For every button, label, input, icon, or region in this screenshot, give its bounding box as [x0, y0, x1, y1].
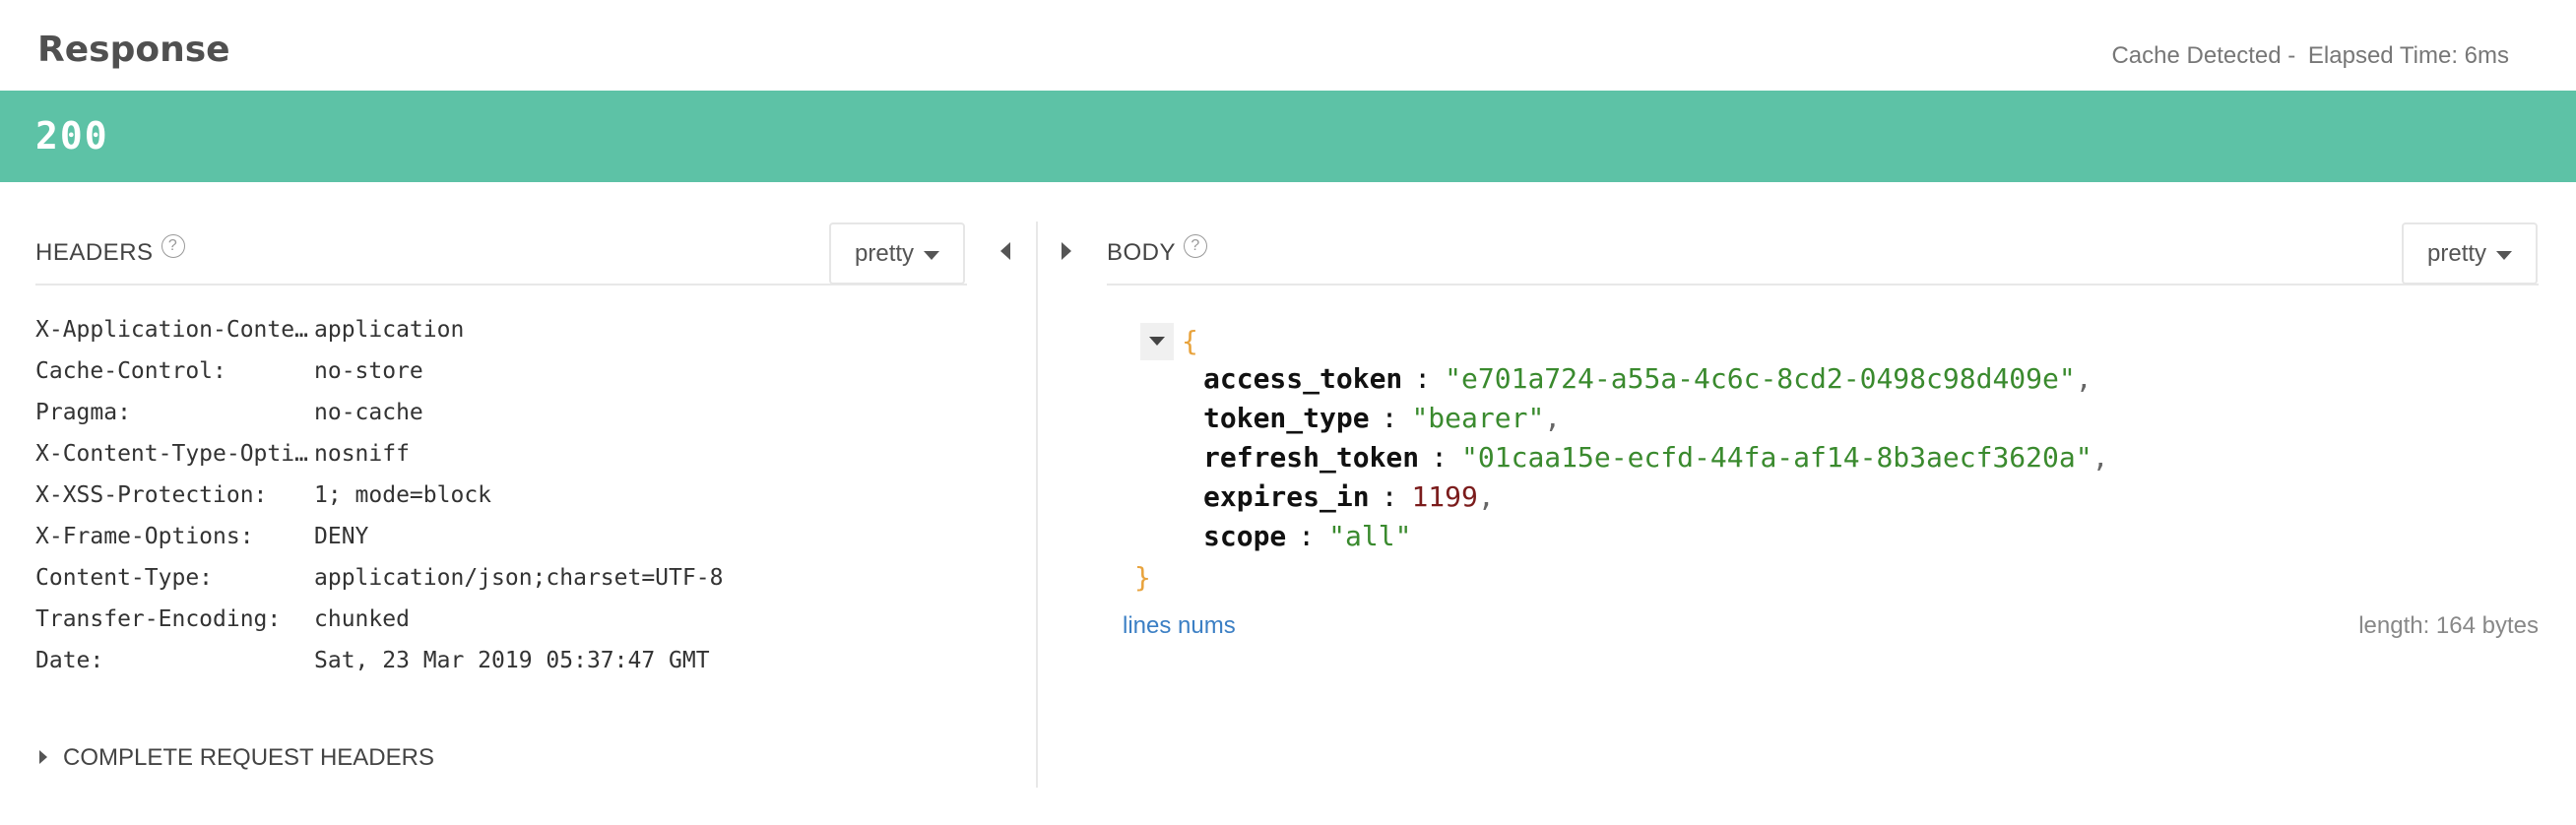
header-name: X-Frame-Options: [35, 524, 254, 549]
chevron-down-icon [1149, 337, 1165, 346]
json-value: 1199 [1411, 480, 1478, 513]
header-row: X-Application-Context: application [35, 317, 723, 358]
json-key: token_type [1203, 402, 1370, 434]
header-value: Sat, 23 Mar 2019 05:37:47 GMT [314, 648, 710, 673]
json-value: "e701a724-a55a-4c6c-8cd2-0498c98d409e" [1445, 362, 2076, 395]
header-value: nosniff [314, 441, 410, 467]
help-icon[interactable]: ? [161, 234, 185, 258]
body-format-dropdown[interactable]: pretty [2402, 222, 2538, 285]
json-field: token_type: "bearer", [1203, 402, 1562, 434]
lines-nums-link[interactable]: lines nums [1123, 612, 1236, 640]
body-title: BODY [1107, 239, 1177, 266]
header-value: chunked [314, 606, 410, 632]
header-row: Transfer-Encoding: chunked [35, 606, 723, 648]
header-value: application/json;charset=UTF-8 [314, 565, 724, 591]
complete-request-headers-toggle[interactable]: COMPLETE REQUEST HEADERS [39, 744, 434, 772]
json-key: access_token [1203, 362, 1403, 395]
headers-title: HEADERS [35, 239, 154, 266]
header-name: Content-Type: [35, 565, 214, 591]
header-value: 1; mode=block [314, 482, 492, 508]
header-value: no-store [314, 358, 423, 384]
body-section-title: BODY? [1107, 234, 1208, 268]
chevron-right-icon [39, 750, 47, 764]
headers-format-label: pretty [855, 240, 915, 267]
response-header: Response Cache Detected - Elapsed Time: … [0, 0, 2576, 91]
header-value: application [314, 317, 465, 343]
collapse-left-icon[interactable] [1000, 242, 1010, 260]
headers-format-dropdown[interactable]: pretty [829, 222, 965, 285]
header-value: DENY [314, 524, 369, 549]
body-divider [1107, 284, 2539, 286]
header-row: Cache-Control: no-store [35, 358, 723, 400]
cache-detected-label: Cache Detected - [2111, 42, 2296, 69]
json-brace-close: } [1134, 561, 1151, 594]
header-name: Cache-Control: [35, 358, 226, 384]
header-row: X-Content-Type-Options:nosniff [35, 441, 723, 482]
header-name: Date: [35, 648, 104, 673]
header-name: Transfer-Encoding: [35, 606, 282, 632]
json-collapse-toggle[interactable] [1140, 323, 1174, 360]
chevron-down-icon [924, 251, 939, 260]
header-name: X-XSS-Protection: [35, 482, 268, 508]
response-meta: Cache Detected - Elapsed Time: 6ms [2105, 42, 2509, 70]
body-format-label: pretty [2427, 240, 2487, 267]
headers-divider [35, 284, 967, 286]
expand-right-icon[interactable] [1062, 242, 1071, 260]
chevron-down-icon [2496, 251, 2512, 260]
headers-section-title: HEADERS? [35, 234, 185, 268]
page-title: Response [37, 30, 230, 70]
status-bar: 200 [0, 91, 2576, 182]
json-key: expires_in [1203, 480, 1370, 513]
json-field: scope: "all" [1203, 520, 1412, 552]
help-icon[interactable]: ? [1184, 234, 1208, 258]
json-field: access_token: "e701a724-a55a-4c6c-8cd2-04… [1203, 362, 2093, 395]
header-row: Date: Sat, 23 Mar 2019 05:37:47 GMT [35, 648, 723, 689]
complete-request-headers-label: COMPLETE REQUEST HEADERS [63, 744, 434, 771]
json-key: refresh_token [1203, 441, 1420, 474]
body-length: length: 164 bytes [2358, 612, 2539, 639]
json-value: "bearer" [1411, 402, 1545, 434]
elapsed-time-label: Elapsed Time: 6ms [2307, 42, 2509, 69]
panel-divider[interactable] [1036, 222, 1038, 788]
header-name: X-Application-Context: [35, 317, 314, 343]
json-brace-open: { [1182, 325, 1198, 357]
header-row: X-XSS-Protection: 1; mode=block [35, 482, 723, 524]
header-name: X-Content-Type-Options: [35, 441, 314, 467]
headers-list: X-Application-Context: application Cache-… [35, 317, 723, 689]
status-code: 200 [35, 114, 109, 158]
header-value: no-cache [314, 400, 423, 425]
header-row: Pragma: no-cache [35, 400, 723, 441]
json-value: "all" [1328, 520, 1412, 552]
header-row: Content-Type: application/json;charset=UT… [35, 565, 723, 606]
json-value: "01caa15e-ecfd-44fa-af14-8b3aecf3620a" [1461, 441, 2093, 474]
json-key: scope [1203, 520, 1287, 552]
header-name: Pragma: [35, 400, 131, 425]
json-field: refresh_token: "01caa15e-ecfd-44fa-af14-8… [1203, 441, 2109, 474]
header-row: X-Frame-Options: DENY [35, 524, 723, 565]
json-field: expires_in:1199, [1203, 480, 1495, 513]
